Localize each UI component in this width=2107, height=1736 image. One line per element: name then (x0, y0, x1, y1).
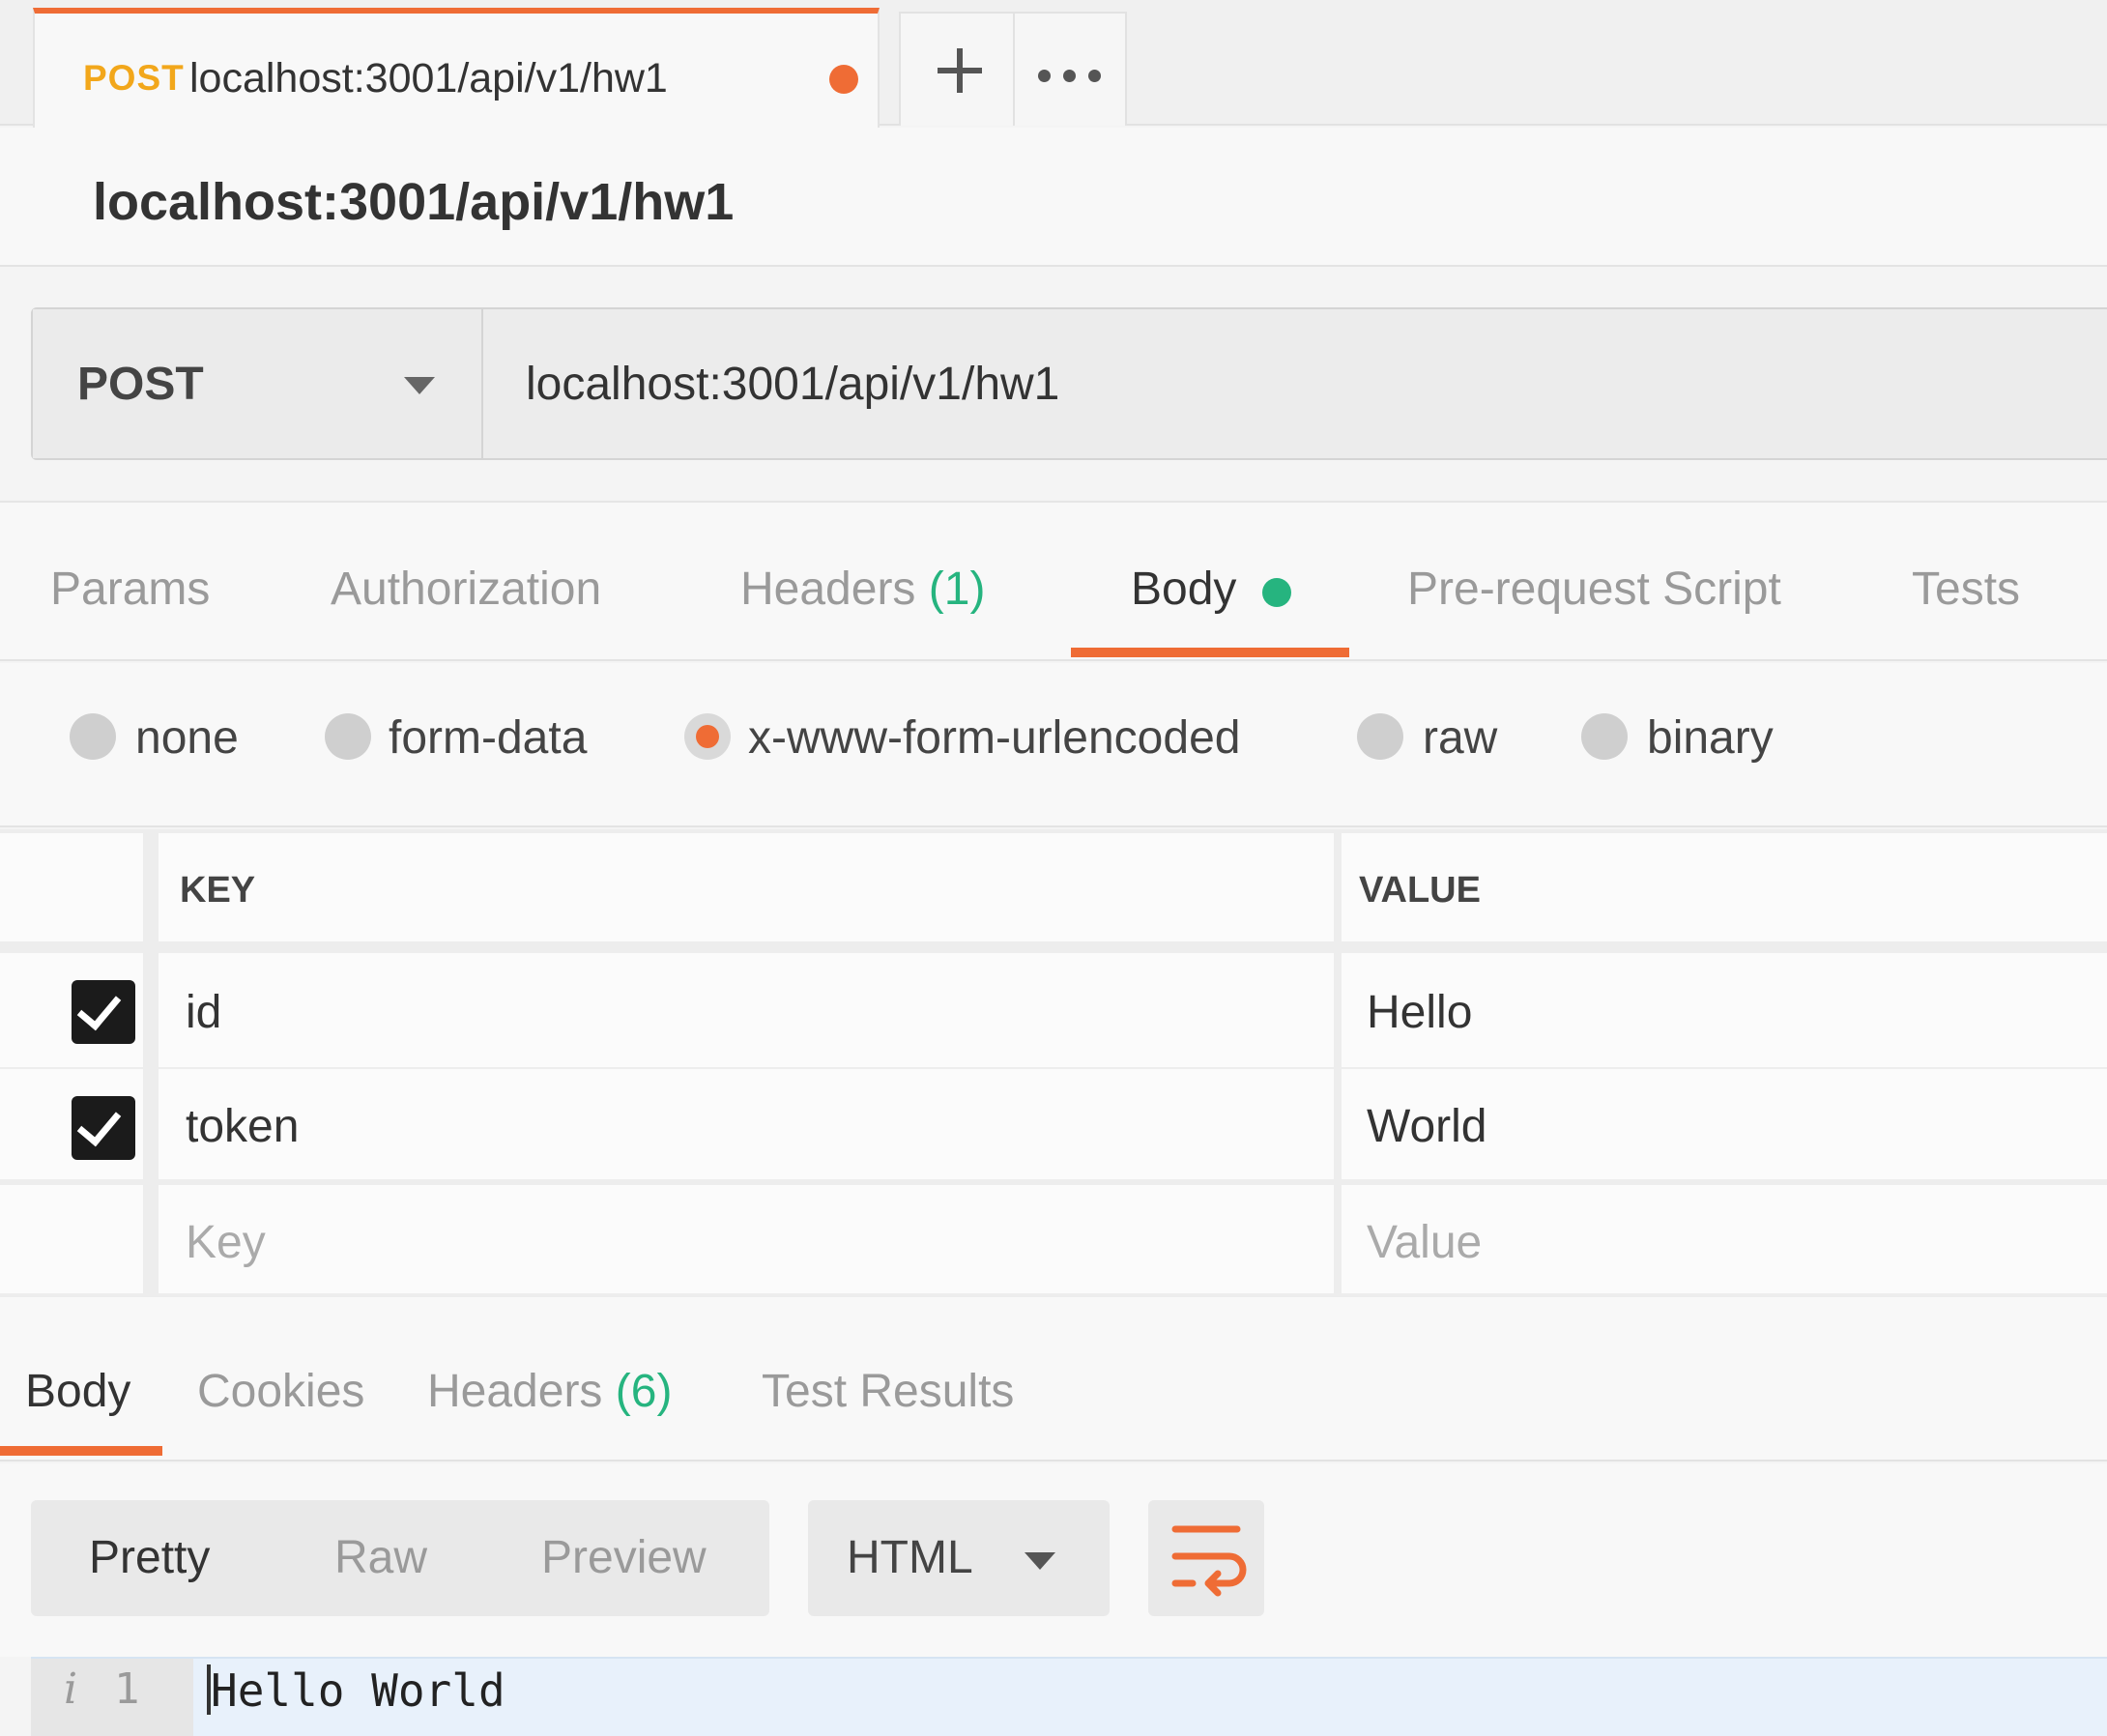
radio-none[interactable] (70, 713, 116, 760)
tab-pre-request-script[interactable]: Pre-request Script (1407, 563, 1781, 616)
tab-headers[interactable]: Headers (1) (740, 563, 985, 616)
tab-authorization-label: Authorization (331, 564, 602, 615)
response-tab-cookies[interactable]: Cookies (197, 1365, 364, 1418)
language-select-label: HTML (847, 1532, 973, 1583)
radio-form-data[interactable] (325, 713, 371, 760)
radio-x-www-form-urlencoded-label: x-www-form-urlencoded (748, 712, 1241, 764)
response-tab-headers-label: Headers (427, 1366, 603, 1417)
body-modified-indicator-icon (1262, 578, 1291, 607)
page-title: localhost:3001/api/v1/hw1 (93, 173, 735, 231)
chevron-down-icon (404, 377, 435, 394)
tab-params-label: Params (50, 564, 211, 615)
response-tab-body-label: Body (25, 1366, 131, 1417)
info-icon: i (64, 1664, 78, 1714)
wrap-lines-icon (1171, 1525, 1247, 1597)
new-key-field[interactable] (159, 1185, 1334, 1293)
radio-raw-label: raw (1423, 712, 1498, 764)
row-checkbox-icon[interactable] (72, 980, 135, 1044)
code-line: Hello World (211, 1664, 505, 1717)
format-raw-button[interactable]: Raw (334, 1531, 427, 1584)
row-value: Hello (1367, 987, 1473, 1038)
table-header-key: KEY (180, 870, 256, 911)
tab-params[interactable]: Params (50, 563, 210, 616)
plus-icon-stroke (957, 48, 963, 93)
method-select[interactable]: POST (33, 309, 483, 458)
ellipsis-dot (1063, 70, 1076, 82)
table-header-value: VALUE (1359, 870, 1481, 911)
radio-raw[interactable] (1357, 713, 1403, 760)
response-tab-test-results[interactable]: Test Results (762, 1365, 1014, 1418)
tab-body-label: Body (1131, 564, 1237, 615)
radio-none-label: none (135, 712, 239, 764)
table-row (0, 1185, 143, 1293)
wrap-lines-button[interactable] (1148, 1500, 1264, 1616)
table-row-key-cell[interactable] (159, 953, 1334, 1067)
radio-binary-label: binary (1647, 712, 1774, 764)
tab-headers-label: Headers (740, 564, 916, 615)
response-tab-body[interactable]: Body (25, 1365, 130, 1418)
row-key: token (186, 1101, 300, 1152)
line-number: 1 (114, 1664, 140, 1714)
request-tabs (0, 501, 2107, 661)
radio-x-www-form-urlencoded[interactable] (684, 713, 731, 760)
response-tab-cookies-label: Cookies (197, 1366, 365, 1417)
request-tab-method: POST (83, 58, 185, 98)
row-checkbox-icon[interactable] (72, 1096, 135, 1160)
value-placeholder: Value (1367, 1217, 1483, 1268)
language-select[interactable]: HTML (808, 1500, 1110, 1616)
response-tab-test-results-label: Test Results (762, 1366, 1015, 1417)
new-tab-button[interactable] (899, 12, 1015, 126)
format-pretty-button[interactable]: Pretty (89, 1531, 210, 1584)
ellipsis-icon (1038, 70, 1051, 82)
editor-gutter (31, 1659, 193, 1736)
radio-binary[interactable] (1581, 713, 1628, 760)
tab-authorization[interactable]: Authorization (331, 563, 601, 616)
request-tab[interactable]: POST localhost:3001/api/v1/hw1 (33, 8, 880, 128)
url-input[interactable] (483, 309, 2107, 458)
table-row-key-cell[interactable] (159, 1069, 1334, 1179)
table-header-key-cell (159, 833, 1334, 941)
table-header-check-cell (0, 833, 143, 941)
tab-body[interactable]: Body (1131, 563, 1236, 616)
row-key: id (186, 987, 222, 1038)
method-select-label: POST (77, 359, 204, 410)
response-tab-headers-count: (6) (615, 1366, 673, 1417)
response-tab-headers[interactable]: Headers (6) (427, 1365, 672, 1418)
key-placeholder: Key (186, 1217, 266, 1268)
format-preview-button[interactable]: Preview (541, 1531, 707, 1584)
row-value: World (1367, 1101, 1487, 1152)
active-tab-underline (1071, 648, 1349, 657)
tab-pre-request-script-label: Pre-request Script (1407, 564, 1781, 615)
ellipsis-dot (1088, 70, 1101, 82)
chevron-down-icon (1025, 1552, 1055, 1570)
tab-headers-count: (1) (928, 564, 986, 615)
tab-tests-label: Tests (1912, 564, 2021, 615)
more-tabs-button[interactable] (1015, 12, 1127, 126)
radio-form-data-label: form-data (389, 712, 588, 764)
unsaved-indicator-icon (829, 65, 858, 94)
response-active-tab-underline (0, 1446, 162, 1456)
tab-tests[interactable]: Tests (1912, 563, 2020, 616)
request-tab-name: localhost:3001/api/v1/hw1 (189, 55, 668, 101)
